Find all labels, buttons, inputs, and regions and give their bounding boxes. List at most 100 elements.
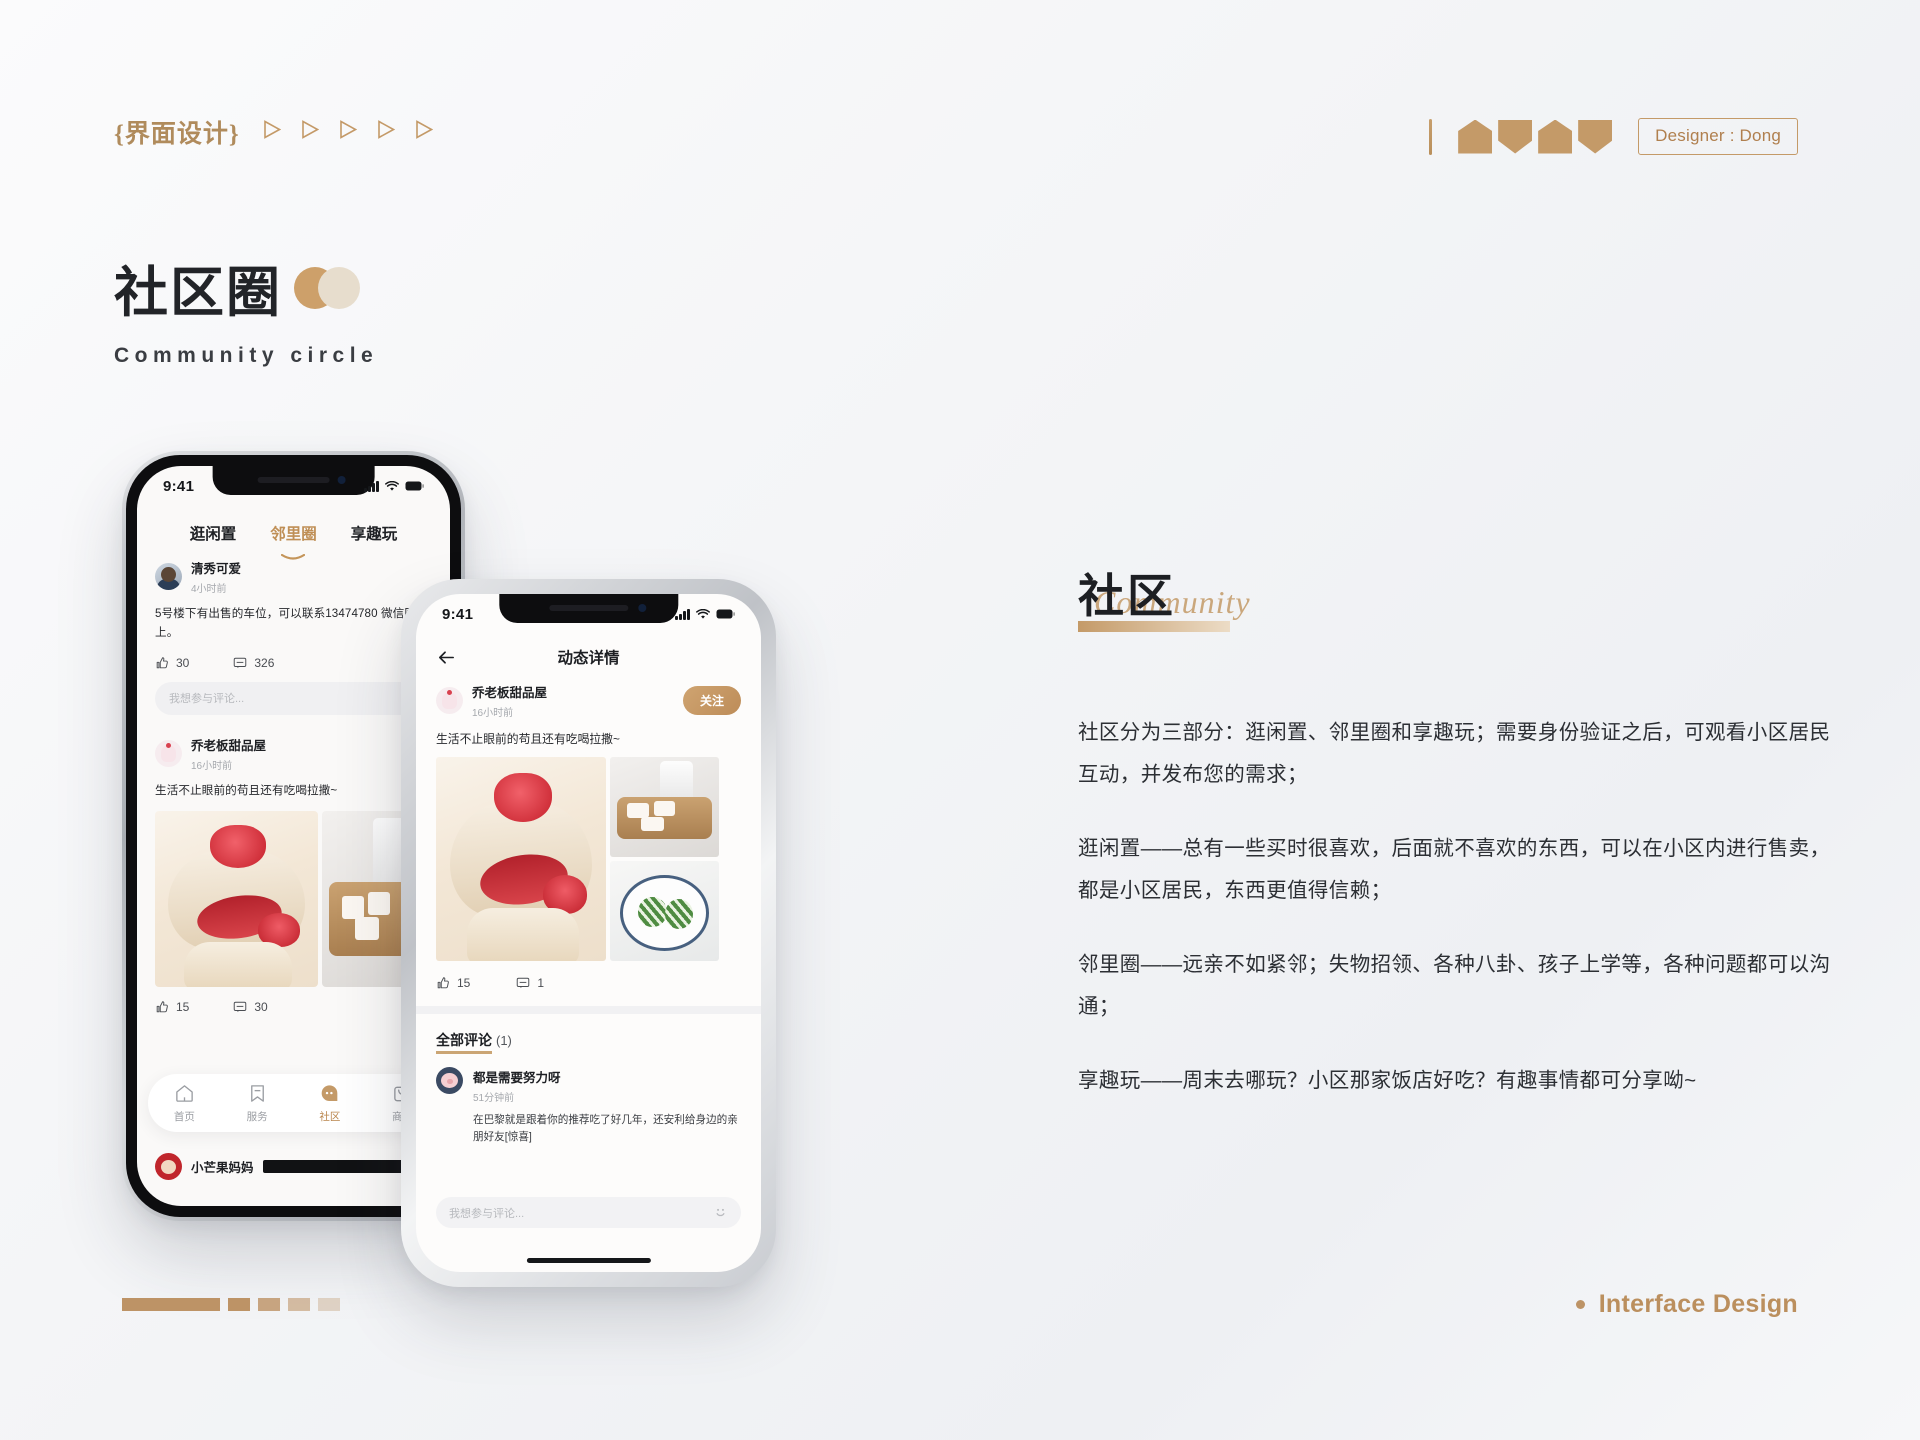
comment-placeholder: 我想参与评论... bbox=[169, 693, 245, 706]
nav-label: 首页 bbox=[173, 1110, 195, 1123]
post-actions: 30 326 bbox=[155, 656, 432, 670]
comment-button[interactable]: 1 bbox=[516, 976, 544, 990]
footer-label: Interface Design bbox=[1598, 1290, 1798, 1318]
page-subtitle: Community circle bbox=[114, 344, 379, 367]
post-time: 16小时前 bbox=[472, 708, 514, 719]
paragraph: 享趣玩——周末去哪玩？小区那家饭店好吃？有趣事情都可分享呦~ bbox=[1078, 1069, 1697, 1093]
page-title: 社区圈 bbox=[114, 263, 282, 323]
status-bar: 9:41 bbox=[416, 594, 761, 632]
progress-indicator[interactable] bbox=[122, 1298, 340, 1311]
like-count: 15 bbox=[176, 1000, 190, 1015]
progress-segment[interactable] bbox=[228, 1298, 250, 1311]
post-text: 5号楼下有出售的车位，可以联系13474780 微信同上。 bbox=[155, 607, 417, 639]
vertical-divider bbox=[1429, 118, 1433, 155]
gallery-image-main[interactable] bbox=[155, 811, 319, 988]
progress-active-segment bbox=[122, 1298, 220, 1311]
detail-post-actions: 15 1 bbox=[416, 961, 761, 1006]
avatar[interactable] bbox=[436, 687, 463, 714]
footer-brand: Interface Design bbox=[1575, 1290, 1798, 1319]
post-time: 16小时前 bbox=[191, 760, 233, 772]
comment-time: 51分钟前 bbox=[473, 1093, 515, 1104]
status-icons bbox=[364, 480, 424, 492]
comments-header: 全部评论 (1) bbox=[416, 1014, 761, 1054]
avatar[interactable] bbox=[436, 1067, 463, 1094]
wifi-icon bbox=[385, 480, 399, 492]
avatar[interactable] bbox=[155, 1153, 182, 1180]
circle-light-icon bbox=[318, 266, 360, 309]
shape-down-icon bbox=[1498, 119, 1533, 154]
comment-input[interactable]: 我想参与评论... bbox=[436, 1197, 741, 1228]
tab-fun[interactable]: 享趣玩 bbox=[351, 522, 398, 544]
comment-icon bbox=[517, 977, 530, 989]
signal-icon bbox=[364, 480, 379, 492]
comment-button[interactable]: 30 bbox=[233, 1000, 268, 1015]
comment-count: 30 bbox=[254, 1000, 268, 1015]
post-actions: 15 30 bbox=[155, 1000, 432, 1014]
bookmark-icon bbox=[247, 1083, 268, 1104]
post-gallery bbox=[155, 811, 432, 988]
post-header: 乔老板甜品屋 16小时前 bbox=[155, 735, 432, 772]
progress-segment[interactable] bbox=[258, 1298, 280, 1311]
paragraph: 逛闲置——总有一些买时很喜欢，后面就不喜欢的东西，可以在小区内进行售卖，都是小区… bbox=[1078, 837, 1831, 903]
description-panel: Community 社区 社区分为三部分：逛闲置、邻里圈和享趣玩；需要身份验证之… bbox=[1078, 560, 1838, 1102]
thumbs-up-icon bbox=[437, 977, 449, 989]
progress-segment[interactable] bbox=[318, 1298, 340, 1311]
sidebar-item-services[interactable]: 服务 bbox=[247, 1083, 268, 1124]
nav-label: 社区 bbox=[319, 1110, 341, 1123]
detail-post-header: 乔老板甜品屋 16小时前 关注 bbox=[416, 672, 761, 719]
page-title: 动态详情 bbox=[557, 650, 620, 667]
avatar[interactable] bbox=[155, 563, 182, 590]
status-bar: 9:41 bbox=[137, 466, 450, 504]
tab-idle-market[interactable]: 逛闲置 bbox=[190, 522, 237, 544]
comments-count: (1) bbox=[496, 1033, 512, 1048]
sidebar-item-home[interactable]: 首页 bbox=[174, 1083, 195, 1124]
signal-icon bbox=[675, 608, 690, 620]
progress-segment[interactable] bbox=[288, 1298, 310, 1311]
like-button[interactable]: 30 bbox=[155, 656, 189, 670]
nav-label: 服务 bbox=[246, 1110, 268, 1123]
gallery-image-tertiary[interactable] bbox=[610, 861, 719, 961]
post-text: 生活不止眼前的苟且还有吃喝拉撒~ bbox=[155, 783, 338, 797]
post-username: 乔老板甜品屋 bbox=[191, 738, 267, 753]
brand-tag: {界面设计} bbox=[114, 121, 240, 148]
community-tabs: 逛闲置 邻里圈 享趣玩 bbox=[137, 504, 450, 560]
decorative-shapes bbox=[1458, 119, 1613, 154]
sidebar-item-community[interactable]: 社区 bbox=[319, 1083, 340, 1124]
play-arrow-icon bbox=[264, 120, 281, 139]
phone-mockup-detail: 9:41 动态详情 乔老板甜品屋 16小时前 关注 生活不止眼前的苟且还有吃喝拉… bbox=[401, 579, 776, 1287]
section-title: 社区 bbox=[1078, 570, 1176, 622]
post-username: 乔老板甜品屋 bbox=[472, 686, 548, 700]
status-icons bbox=[675, 608, 735, 620]
gallery-image-secondary[interactable] bbox=[610, 757, 719, 857]
community-icon bbox=[319, 1083, 340, 1104]
like-count: 30 bbox=[176, 655, 190, 670]
comment-body: 都是需要努力呀 51分钟前 在巴黎就是跟着你的推荐吃了好几年，还安利给身边的亲朋… bbox=[473, 1067, 741, 1147]
follow-button[interactable]: 关注 bbox=[682, 686, 741, 715]
bullet-icon bbox=[1575, 1300, 1585, 1309]
play-arrow-icon bbox=[340, 120, 357, 139]
post-gallery bbox=[416, 747, 761, 961]
emoji-icon[interactable] bbox=[713, 1205, 728, 1220]
comment-input[interactable]: 我想参与评论... bbox=[155, 681, 432, 715]
like-button[interactable]: 15 bbox=[155, 1000, 189, 1014]
comment-button[interactable]: 326 bbox=[233, 656, 274, 670]
dual-circle-decoration bbox=[294, 266, 360, 309]
comment-icon bbox=[234, 657, 247, 668]
play-arrow-icon bbox=[302, 120, 319, 139]
gallery-image-main[interactable] bbox=[436, 757, 606, 961]
comment-icon bbox=[234, 1002, 247, 1013]
shape-up-icon bbox=[1458, 119, 1493, 154]
section-title-wrap: Community 社区 bbox=[1078, 560, 1250, 632]
wifi-icon bbox=[696, 608, 710, 620]
post-text: 生活不止眼前的苟且还有吃喝拉撒~ bbox=[436, 732, 620, 746]
paragraph: 社区分为三部分：逛闲置、邻里圈和享趣玩；需要身份验证之后，可观看小区居民互动，并… bbox=[1078, 721, 1831, 787]
comment-count: 1 bbox=[537, 976, 545, 990]
home-icon bbox=[174, 1083, 195, 1104]
battery-icon bbox=[716, 609, 735, 619]
gallery-side-column bbox=[610, 757, 719, 961]
tab-neighborhood[interactable]: 邻里圈 bbox=[270, 522, 317, 560]
detail-nav-bar: 动态详情 bbox=[416, 632, 761, 672]
like-button[interactable]: 15 bbox=[436, 976, 470, 990]
avatar[interactable] bbox=[155, 739, 182, 767]
designer-badge: Designer : Dong bbox=[1638, 118, 1798, 155]
